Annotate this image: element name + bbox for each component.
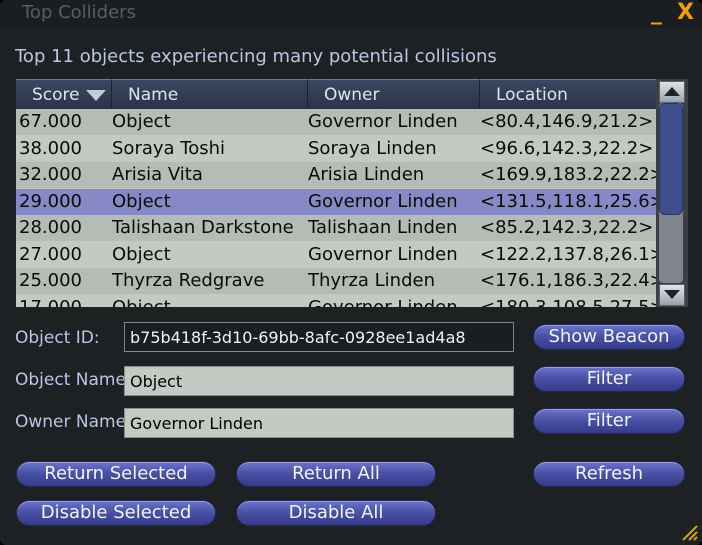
column-header-location[interactable]: Location [480, 79, 656, 109]
column-header-owner[interactable]: Owner [308, 79, 480, 109]
table-row[interactable]: 17.000 Object Governor Linden <180.3,108.5,… [16, 294, 656, 308]
column-header-label: Owner [324, 85, 380, 105]
table-cell-score: 29.000 [19, 190, 82, 212]
show-beacon-button[interactable]: Show Beacon [533, 324, 685, 350]
colliders-list[interactable]: Score Name Owner Location 67.000 Object Go… [16, 79, 656, 307]
disable-all-button[interactable]: Disable All [236, 500, 436, 526]
table-cell-score: 27.000 [19, 243, 82, 265]
table-cell-location: <169.9,183.2,22.2> [480, 164, 656, 185]
table-cell-score: 28.000 [19, 217, 82, 238]
scroll-thumb[interactable] [659, 103, 683, 215]
table-row[interactable]: 38.000 Soraya Toshi Soraya Linden <96.6,142… [16, 135, 656, 162]
table-cell-location: <176.1,186.3,22.4> [480, 270, 656, 291]
minimize-icon[interactable]: _ [651, 1, 662, 25]
window-title: Top Colliders [22, 2, 136, 23]
table-cell-location: <131.5,118.1,25.6> [480, 190, 656, 212]
table-cell-owner: Governor Linden [308, 111, 458, 132]
table-cell-score: 38.000 [19, 137, 82, 159]
table-cell-owner: Arisia Linden [308, 164, 425, 185]
table-cell-score: 25.000 [19, 270, 82, 291]
scroll-up-icon[interactable] [659, 81, 685, 103]
table-cell-name: Object [112, 190, 171, 212]
return-selected-button[interactable]: Return Selected [16, 461, 216, 487]
title-bar[interactable]: Top Colliders _ X [0, 0, 702, 28]
owner-name-label: Owner Name [15, 412, 127, 432]
table-cell-owner: Governor Linden [308, 243, 458, 265]
table-cell-score: 17.000 [19, 296, 82, 308]
list-scrollbar[interactable] [656, 79, 688, 307]
column-header-label: Location [496, 85, 568, 105]
object-name-label: Object Name: [15, 370, 132, 390]
table-row[interactable]: 28.000 Talishaan Darkstone Talishaan Linde… [16, 215, 656, 241]
column-header-label: Name [128, 85, 179, 105]
filter-owner-name-button[interactable]: Filter [533, 408, 685, 434]
table-row[interactable]: 29.000 Object Governor Linden <131.5,118.1,… [16, 188, 656, 215]
table-cell-location: <85.2,142.3,22.2> [480, 217, 654, 238]
sort-descending-icon [85, 89, 106, 101]
object-name-field[interactable] [124, 366, 514, 396]
refresh-button[interactable]: Refresh [533, 461, 685, 487]
table-cell-owner: Talishaan Linden [308, 217, 458, 238]
owner-name-field[interactable] [124, 408, 514, 438]
table-cell-owner: Thyrza Linden [308, 270, 436, 291]
list-header: Score Name Owner Location [16, 79, 656, 109]
list-heading: Top 11 objects experiencing many potenti… [15, 46, 497, 67]
return-all-button[interactable]: Return All [236, 461, 436, 487]
table-row[interactable]: 27.000 Object Governor Linden <122.2,137.8,… [16, 241, 656, 268]
table-cell-score: 32.000 [19, 164, 82, 185]
table-cell-name: Object [112, 111, 171, 132]
table-cell-location: <96.6,142.3,22.2> [480, 137, 654, 159]
object-id-label: Object ID: [15, 328, 100, 348]
table-cell-owner: Governor Linden [308, 296, 458, 308]
column-header-label: Score [32, 85, 80, 105]
top-colliders-window: Top Colliders _ X Top 11 objects experie… [0, 0, 702, 545]
scroll-down-icon[interactable] [659, 284, 685, 306]
object-id-field[interactable] [124, 322, 514, 352]
resize-grip-icon[interactable] [680, 523, 698, 541]
table-row[interactable]: 67.000 Object Governor Linden <80.4,146.9,2… [16, 109, 656, 135]
column-header-score[interactable]: Score [16, 79, 112, 109]
table-row[interactable]: 32.000 Arisia Vita Arisia Linden <169.9,183… [16, 162, 656, 188]
close-icon[interactable]: X [677, 1, 694, 25]
table-cell-name: Arisia Vita [112, 164, 203, 185]
disable-selected-button[interactable]: Disable Selected [16, 500, 216, 526]
table-cell-score: 67.000 [19, 111, 82, 132]
table-cell-location: <122.2,137.8,26.1> [480, 243, 656, 265]
table-cell-location: <80.4,146.9,21.2> [480, 111, 654, 132]
table-cell-name: Thyrza Redgrave [112, 270, 265, 291]
table-cell-owner: Soraya Linden [308, 137, 437, 159]
table-cell-owner: Governor Linden [308, 190, 458, 212]
table-cell-name: Object [112, 243, 171, 265]
table-cell-name: Object [112, 296, 171, 308]
table-cell-name: Talishaan Darkstone [112, 217, 294, 238]
scroll-track[interactable] [659, 103, 683, 283]
column-header-name[interactable]: Name [112, 79, 308, 109]
table-cell-name: Soraya Toshi [112, 137, 226, 159]
table-cell-location: <180.3,108.5,27.5> [480, 296, 656, 308]
filter-object-name-button[interactable]: Filter [533, 366, 685, 392]
table-row[interactable]: 25.000 Thyrza Redgrave Thyrza Linden <176.1… [16, 268, 656, 294]
